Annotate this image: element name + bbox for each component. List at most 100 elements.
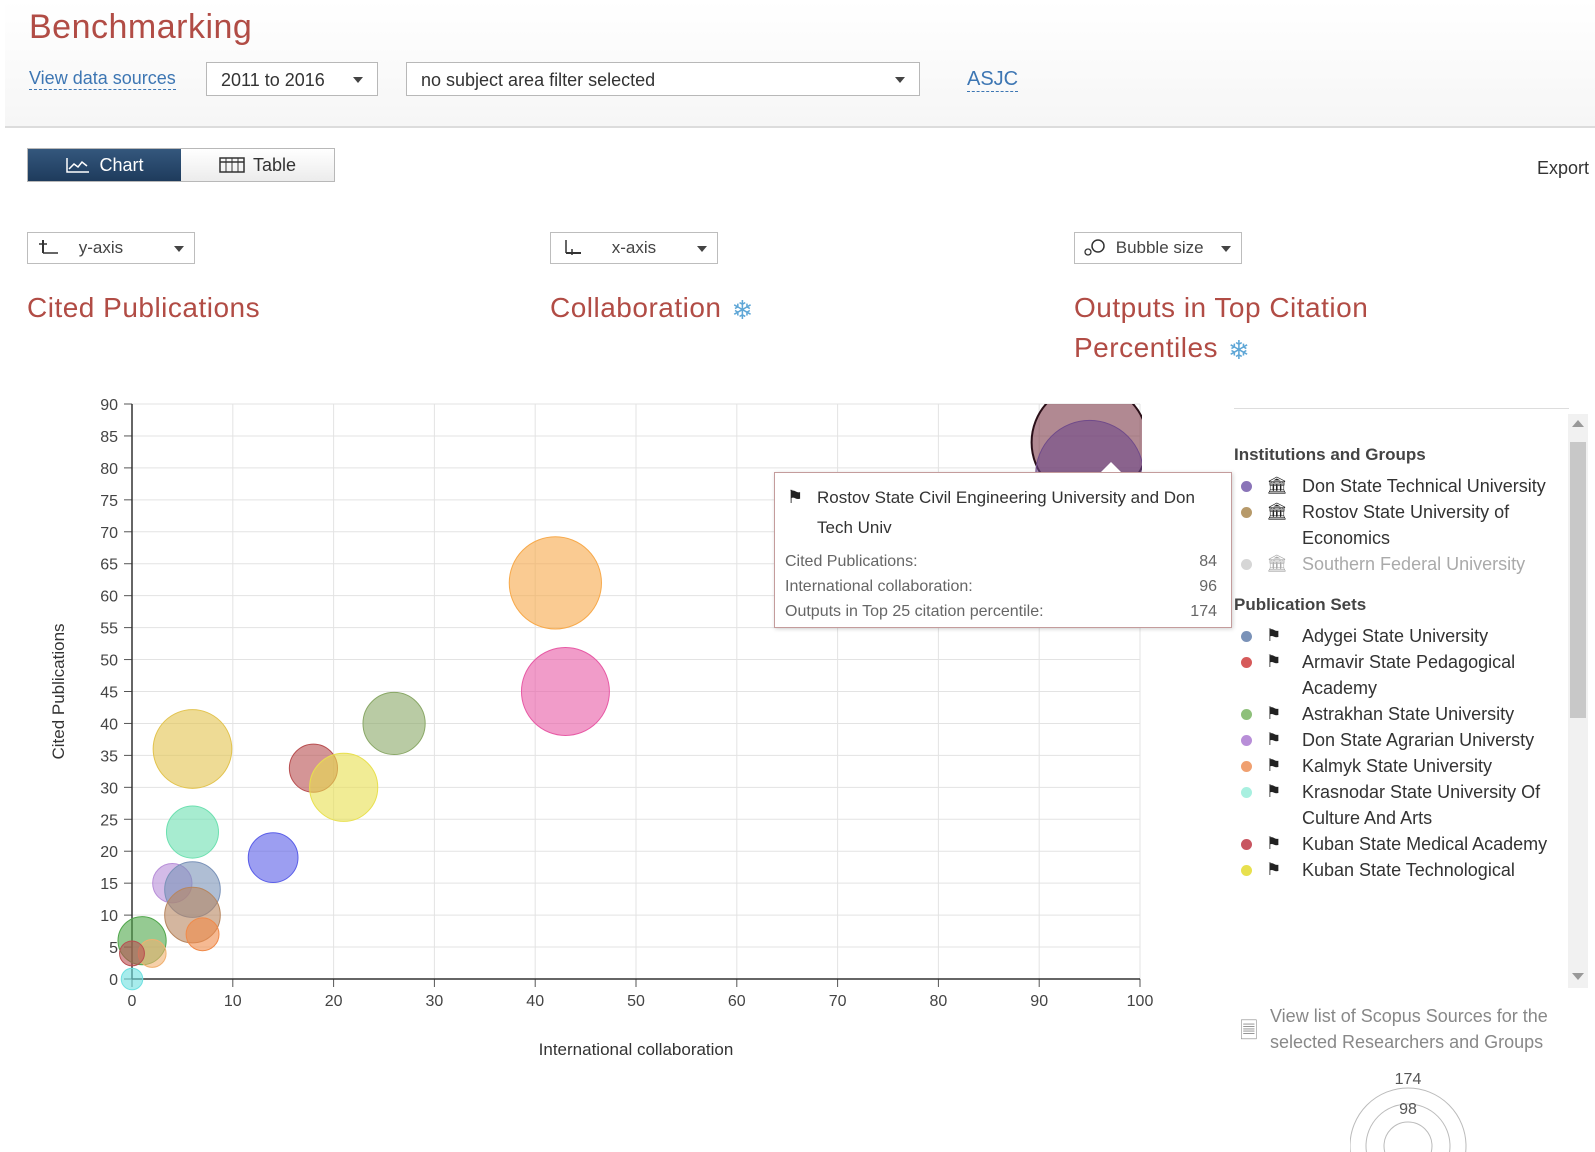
publication-set-icon: ⚑	[1266, 756, 1282, 775]
tooltip-row-label: International collaboration:	[785, 578, 973, 595]
table-view-button[interactable]: Table	[181, 149, 334, 181]
x-tick-label: 20	[325, 993, 343, 1010]
gear-icon[interactable]: ❄	[1228, 330, 1250, 370]
scroll-up-arrow-icon[interactable]	[1572, 420, 1584, 427]
export-button[interactable]: Export	[1537, 158, 1589, 179]
view-toggle: Chart Table	[27, 148, 335, 182]
tooltip-row: International collaboration: 96	[785, 578, 1217, 596]
legend-color-dot	[1241, 709, 1252, 720]
x-tick-label: 70	[829, 993, 847, 1010]
legend-item[interactable]: ⚑ Astrakhan State University	[1234, 701, 1569, 727]
bubble-key-mid-label: 98	[1399, 1101, 1417, 1118]
tooltip-row-value: 84	[1199, 553, 1217, 570]
y-tick-label: 30	[100, 780, 118, 797]
scroll-down-arrow-icon[interactable]	[1572, 973, 1584, 980]
chart-tooltip: ⚑ Rostov State Civil Engineering Univers…	[774, 462, 1232, 628]
legend-scrollbar[interactable]	[1568, 414, 1588, 988]
institution-icon: 🏛	[1266, 502, 1288, 521]
legend-color-dot	[1241, 657, 1252, 668]
x-tick-label: 90	[1030, 993, 1048, 1010]
bubble-key-min-circle	[1383, 1121, 1433, 1152]
bubble-size-icon	[1084, 239, 1105, 256]
tooltip-row-label: Outputs in Top 25 citation percentile:	[785, 603, 1044, 620]
legend-item-label: Kalmyk State University	[1302, 756, 1493, 776]
bubble-point[interactable]	[520, 647, 610, 736]
y-tick-label: 45	[100, 685, 118, 702]
publication-set-icon: ⚑	[1266, 704, 1282, 723]
legend-item[interactable]: ⚑ Armavir State Pedagogical Academy	[1234, 649, 1569, 701]
y-tick-label: 80	[100, 461, 118, 478]
line-chart-icon	[66, 158, 90, 173]
publication-set-icon: ⚑	[1266, 834, 1282, 853]
bubble-point[interactable]	[185, 917, 220, 952]
legend-sets-heading: Publication Sets	[1234, 595, 1367, 614]
legend-item[interactable]: ⚑ Kuban State Medical Academy	[1234, 831, 1569, 857]
bubble-point[interactable]	[152, 709, 233, 789]
year-range-value: 2011 to 2016	[221, 70, 325, 90]
tooltip-row-value: 96	[1199, 578, 1217, 595]
bubble-point[interactable]	[120, 967, 144, 991]
legend-color-dot	[1241, 865, 1252, 876]
x-metric-title: Collaboration ❄	[550, 288, 754, 330]
legend-institutions-heading: Institutions and Groups	[1234, 445, 1426, 464]
bubble-size-select[interactable]: Bubble size	[1074, 232, 1242, 264]
x-axis-select[interactable]: x-axis	[550, 232, 718, 264]
legend-item[interactable]: ⚑ Adygei State University	[1234, 623, 1569, 649]
legend-item[interactable]: ⚑ Kalmyk State University	[1234, 753, 1569, 779]
legend-color-dot	[1241, 735, 1252, 746]
legend-color-dot	[1241, 761, 1252, 772]
y-tick-label: 35	[100, 748, 118, 765]
page-header: Benchmarking View data sources 2011 to 2…	[5, 0, 1595, 128]
legend-item[interactable]: ⚑ Kuban State Technological	[1234, 857, 1569, 883]
y-axis-select-label: y-axis	[78, 238, 124, 257]
legend-item-label: Armavir State Pedagogical Academy	[1302, 652, 1516, 698]
bubble-point[interactable]	[508, 536, 602, 630]
legend-item[interactable]: 🏛 Southern Federal University	[1234, 551, 1569, 577]
bubble-point[interactable]	[119, 940, 145, 967]
year-range-select[interactable]: 2011 to 2016	[206, 62, 378, 96]
y-tick-label: 50	[100, 653, 118, 670]
bubble-point[interactable]	[165, 805, 219, 859]
tooltip-row: Outputs in Top 25 citation percentile: 1…	[785, 603, 1217, 621]
x-tick-label: 30	[426, 993, 444, 1010]
y-axis-icon	[39, 240, 58, 254]
gear-icon[interactable]: ❄	[732, 290, 754, 330]
view-scopus-sources-link[interactable]: View list of Scopus Sources for the sele…	[1270, 1003, 1570, 1055]
chevron-down-icon	[1221, 246, 1231, 252]
legend-institutions-list: 🏛 Don State Technical University 🏛 Rostov S…	[1234, 473, 1569, 577]
x-tick-label: 80	[930, 993, 948, 1010]
y-tick-label: 25	[100, 812, 118, 829]
subject-area-select[interactable]: no subject area filter selected	[406, 62, 920, 96]
scrollbar-thumb[interactable]	[1570, 442, 1586, 718]
bubble-size-select-label: Bubble size	[1115, 238, 1204, 257]
legend-item[interactable]: ⚑ Don State Agrarian Universty	[1234, 727, 1569, 753]
bubble-key-max-label: 174	[1395, 1071, 1422, 1088]
legend-color-dot	[1241, 507, 1252, 518]
x-tick-label: 100	[1127, 993, 1154, 1010]
legend-item[interactable]: ⚑ Krasnodar State University Of Culture A…	[1234, 779, 1569, 831]
view-data-sources-link[interactable]: View data sources	[29, 68, 176, 90]
legend-item[interactable]: 🏛 Rostov State University of Economics	[1234, 499, 1569, 551]
bubble-metric-line2: Percentiles	[1074, 332, 1219, 363]
y-metric-title: Cited Publications	[27, 288, 260, 328]
y-tick-label: 5	[109, 940, 118, 957]
legend-sets-list: ⚑ Adygei State University ⚑ Armavir State P…	[1234, 623, 1569, 883]
bubble-key-max-circle	[1350, 1087, 1467, 1152]
asjc-link[interactable]: ASJC	[967, 68, 1019, 92]
tooltip-row-label: Cited Publications:	[785, 553, 918, 570]
legend-item-label: Krasnodar State University Of Culture An…	[1302, 782, 1541, 828]
chart-view-button[interactable]: Chart	[28, 149, 181, 181]
y-tick-label: 10	[100, 908, 118, 925]
bubble-point[interactable]	[247, 832, 299, 883]
institution-icon: 🏛	[1266, 554, 1288, 573]
bubble-point[interactable]	[309, 752, 379, 822]
tooltip-title: Rostov State Civil Engineering Universit…	[817, 488, 1195, 537]
subject-area-value: no subject area filter selected	[421, 70, 656, 90]
bubble-point[interactable]	[362, 691, 426, 756]
bubble-metric-line1: Outputs in Top Citation	[1074, 292, 1369, 323]
y-axis-select[interactable]: y-axis	[27, 232, 195, 264]
tooltip-arrow	[1101, 462, 1121, 472]
publication-set-icon: ⚑	[1266, 652, 1282, 671]
table-view-label: Table	[252, 154, 297, 175]
legend-item[interactable]: 🏛 Don State Technical University	[1234, 473, 1569, 499]
